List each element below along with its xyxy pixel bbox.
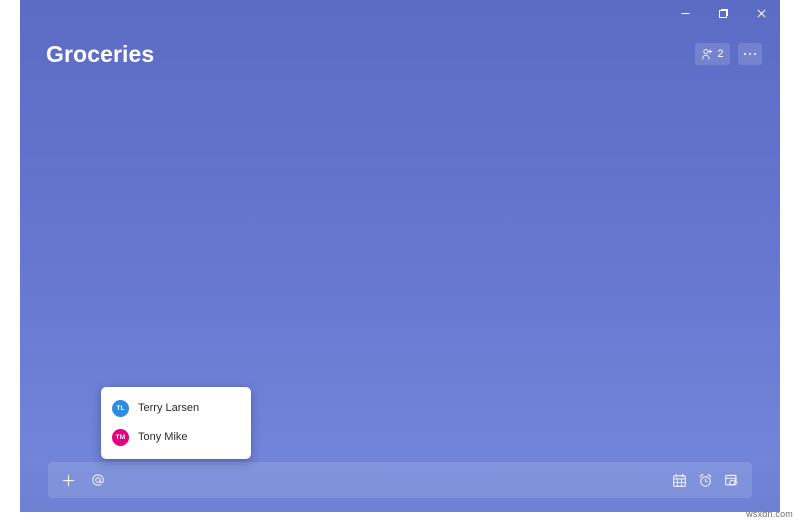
- task-input[interactable]: [117, 462, 660, 498]
- alarm-clock-icon: [698, 473, 713, 488]
- repeat-icon: [724, 473, 739, 488]
- person-name: Tony Mike: [138, 431, 188, 443]
- person-name: Terry Larsen: [138, 402, 200, 414]
- plus-icon: [61, 473, 76, 488]
- screenshot-root: Groceries 2 TL Terry Larsen TM Tony Mike…: [0, 0, 800, 523]
- avatar: TL: [112, 400, 129, 417]
- maximize-icon: [718, 8, 729, 19]
- repeat-button[interactable]: [724, 473, 739, 488]
- list-header: Groceries 2: [20, 26, 780, 82]
- list-options-button[interactable]: [737, 43, 762, 65]
- close-icon: [756, 8, 767, 19]
- add-task-bar-left: [61, 473, 105, 488]
- title-bar: [20, 0, 780, 26]
- assign-mention-button[interactable]: [91, 473, 105, 487]
- reminder-button[interactable]: [698, 473, 713, 488]
- window-close-button[interactable]: [742, 0, 780, 26]
- due-date-button[interactable]: [672, 473, 687, 488]
- page-title: Groceries: [46, 40, 155, 67]
- app-window: Groceries 2 TL Terry Larsen TM Tony Mike: [20, 0, 780, 512]
- person-add-icon: [701, 48, 714, 61]
- header-actions: 2: [695, 43, 762, 65]
- avatar: TM: [112, 429, 129, 446]
- add-task-bar-right: [672, 473, 739, 488]
- list-item[interactable]: TM Tony Mike: [101, 423, 251, 452]
- list-item[interactable]: TL Terry Larsen: [101, 394, 251, 423]
- at-mention-icon: [91, 473, 105, 487]
- window-maximize-button[interactable]: [704, 0, 742, 26]
- add-task-button[interactable]: [61, 473, 76, 488]
- window-minimize-button[interactable]: [666, 0, 704, 26]
- share-member-count: 2: [717, 47, 724, 60]
- share-list-button[interactable]: 2: [695, 43, 730, 65]
- watermark: wsxdn.com: [746, 509, 793, 519]
- mention-suggestions-popup: TL Terry Larsen TM Tony Mike: [101, 387, 251, 459]
- minimize-icon: [680, 8, 691, 19]
- calendar-icon: [672, 473, 687, 488]
- add-task-bar[interactable]: [48, 462, 752, 498]
- ellipsis-icon: [743, 52, 756, 56]
